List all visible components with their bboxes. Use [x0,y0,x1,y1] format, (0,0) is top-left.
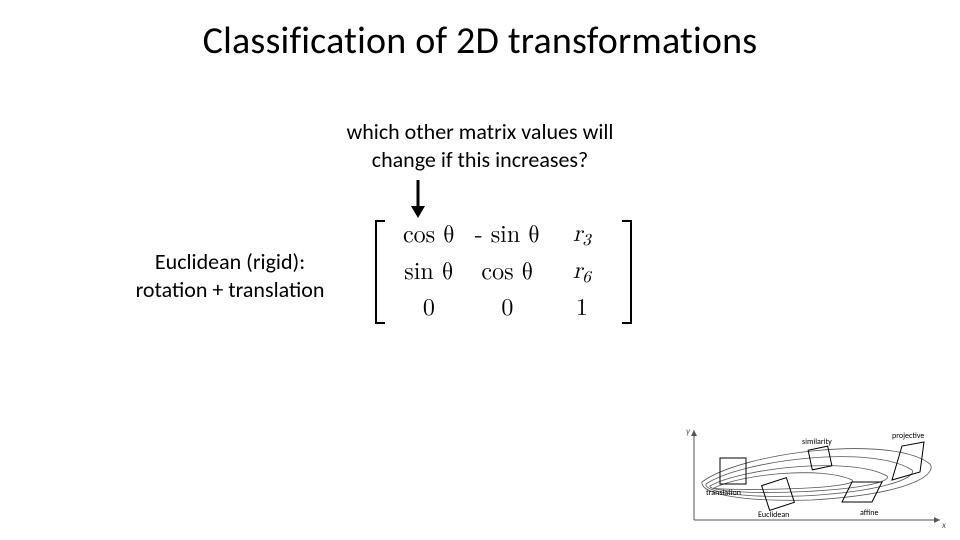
transformation-label: Euclidean (rigid): rotation + translatio… [100,248,360,303]
arrow-down-icon [408,178,428,218]
matrix-r6-sub: 6 [582,269,590,286]
matrix-r3-sub: 3 [582,232,590,249]
slide: Classification of 2D transformations whi… [0,0,960,540]
transformations-diagram: y x translation Euclidean similarity aff… [682,422,952,532]
matrix-cell-11: cos θ [465,254,550,291]
label-line-2: rotation + translation [136,276,325,303]
question-text: which other matrix values will change if… [0,118,960,173]
matrix-r3-sym: r [573,222,582,246]
axis-y-label: y [686,426,691,437]
slide-title: Classification of 2D transformations [0,18,960,64]
label-line-1: Euclidean (rigid): [155,248,305,275]
bracket-left-icon [375,220,385,324]
matrix-cell-00: cos θ [393,217,465,254]
diagram-affine-label: affine [860,508,878,518]
matrix-r6-sym: r [573,259,582,283]
matrix-cell-10: sin θ [393,254,465,291]
diagram-projective-label: projective [892,431,924,441]
bracket-right-icon [622,220,632,324]
matrix-cell-12: r6 [550,254,614,291]
matrix-cell-20: 0 [393,291,465,326]
diagram-euclidean-label: Euclidean [758,510,789,520]
matrix-display: cos θ - sin θ r3 sin θ cos θ r6 0 0 1 [375,217,632,326]
question-line-1: which other matrix values will [347,118,614,145]
matrix-cell-01: - sin θ [465,217,550,254]
diagram-similarity-label: similarity [802,437,832,447]
matrix-body: cos θ - sin θ r3 sin θ cos θ r6 0 0 1 [393,217,614,326]
matrix-cell-22: 1 [550,291,614,326]
matrix-cell-02: r3 [550,217,614,254]
axis-x-label: x [941,520,946,531]
diagram-translation-label: translation [706,488,741,498]
matrix-cell-21: 0 [465,291,550,326]
question-line-2: change if this increases? [372,146,588,173]
